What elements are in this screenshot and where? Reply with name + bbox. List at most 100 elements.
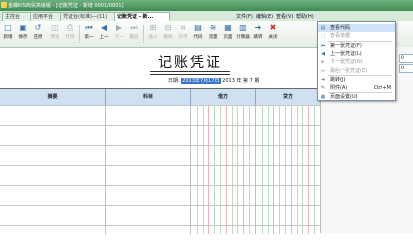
context-menu-item[interactable]: ⏭ 最后一张凭证(E) bbox=[318, 67, 395, 75]
context-menu-item[interactable]: ▦ 页面设置(U) bbox=[318, 93, 395, 101]
context-menu-item[interactable]: ⏮ 第一张凭证(F) bbox=[318, 42, 395, 50]
column-divider bbox=[255, 105, 256, 234]
menu-help[interactable]: 帮助(H) bbox=[296, 13, 314, 20]
column-divider bbox=[290, 105, 292, 234]
context-menu-item[interactable]: ➜ 跳转(J) bbox=[318, 76, 395, 84]
column-divider bbox=[231, 105, 233, 234]
column-divider bbox=[202, 105, 204, 234]
jump-icon: ➜ bbox=[254, 23, 262, 32]
code-button[interactable]: ▤ 代码 bbox=[191, 23, 205, 45]
tab-bar: 主控台 应用平台 凭证台(标准)—(11) 记账凭证 - 新... bbox=[0, 11, 225, 22]
calculator-button[interactable]: ▥ 计算器 bbox=[236, 23, 250, 45]
delete-button[interactable]: ⊟ 删除 bbox=[161, 23, 175, 45]
restore-button[interactable]: ↺ 还原 bbox=[31, 23, 45, 45]
context-menu-item-label: 第一张凭证(F) bbox=[330, 42, 362, 49]
column-divider bbox=[279, 105, 281, 234]
doc-icon: ▢ bbox=[320, 33, 326, 40]
column-divider bbox=[214, 105, 216, 234]
cashflow-icon: ≋ bbox=[209, 23, 217, 32]
context-menu-item[interactable]: ✎ 附件(A) Ctrl+M bbox=[318, 84, 395, 92]
menu-edit[interactable]: 编辑(E) bbox=[256, 13, 273, 20]
title-underline bbox=[150, 71, 230, 75]
column-divider bbox=[308, 105, 310, 234]
close-icon: ✖ bbox=[269, 23, 277, 32]
table-row[interactable] bbox=[0, 185, 320, 186]
insert-button[interactable]: ⊞ 插入 bbox=[146, 23, 160, 45]
table-row[interactable] bbox=[0, 125, 320, 126]
table-row[interactable] bbox=[0, 165, 320, 166]
save-button[interactable]: ▣ 保存 bbox=[16, 23, 30, 45]
page-button[interactable]: ▦ 页面 bbox=[221, 23, 235, 45]
menu-file[interactable]: 文件(F) bbox=[236, 13, 253, 20]
save-icon: ▣ bbox=[19, 23, 27, 32]
side-field[interactable]: 0 bbox=[399, 64, 413, 73]
voucher-entry-table: 摘要 科目 借方 贷方 bbox=[0, 88, 321, 234]
preview-button[interactable]: ◫ 预览 bbox=[48, 23, 62, 45]
title-bar: 金蝶KIS商贸高级版 - [记账凭证 - 新增 0001/0001] bbox=[0, 0, 413, 11]
column-divider bbox=[296, 105, 298, 234]
column-header-credit: 贷方 bbox=[256, 89, 321, 105]
close-button[interactable]: ✖ 关闭 bbox=[266, 23, 280, 45]
context-menu-item[interactable]: ▶ 下一张凭证(N) bbox=[318, 58, 395, 66]
period-text: 2013 年 第 7 期 bbox=[222, 78, 260, 84]
print-button[interactable]: ⎙ 打印 bbox=[63, 23, 77, 45]
preview-icon: ◫ bbox=[51, 23, 59, 32]
new-button[interactable]: □ 新增 bbox=[1, 23, 15, 45]
currency-button[interactable]: ¤ 外币 bbox=[176, 23, 190, 45]
toolbar-separator bbox=[143, 25, 144, 43]
column-divider bbox=[314, 105, 315, 234]
table-row[interactable] bbox=[0, 105, 320, 106]
page-icon: ▦ bbox=[224, 23, 232, 32]
column-header-account: 科目 bbox=[106, 89, 191, 105]
context-menu: ▤ 查看代码 ▢ 查看单据 ⏮ 第一张凭证(F) ◀ 上一张凭证(L) ▶ 下一张凭证(N) ⏭ 最后… bbox=[317, 21, 396, 101]
table-row[interactable] bbox=[0, 205, 320, 206]
jump-icon: ➜ bbox=[320, 76, 326, 83]
prev-button[interactable]: ◀ 上一 bbox=[97, 23, 111, 45]
context-menu-item-label: 下一张凭证(N) bbox=[330, 59, 363, 66]
code-icon: ▤ bbox=[194, 23, 202, 32]
next-icon: ▶ bbox=[321, 59, 325, 66]
column-divider bbox=[105, 105, 106, 234]
side-field[interactable]: 0 bbox=[399, 54, 413, 63]
menu-view[interactable]: 查看(V) bbox=[276, 13, 293, 20]
code-icon: ▤ bbox=[320, 25, 326, 31]
context-menu-item-label: 查看代码 bbox=[330, 25, 351, 31]
next-icon: ▶ bbox=[115, 23, 123, 32]
column-divider bbox=[208, 105, 210, 234]
cashflow-button[interactable]: ≋ 流量 bbox=[206, 23, 220, 45]
column-divider bbox=[273, 105, 275, 234]
context-menu-item[interactable]: ▤ 查看代码 bbox=[318, 24, 395, 32]
delete-icon: ⊟ bbox=[164, 23, 172, 32]
first-icon: ⏮ bbox=[320, 42, 326, 49]
next-button[interactable]: ▶ 下一 bbox=[112, 23, 126, 45]
column-divider bbox=[190, 105, 191, 234]
context-menu-item-label: 查看单据 bbox=[330, 33, 351, 40]
context-menu-item-label: 页面设置(U) bbox=[330, 94, 358, 101]
app-logo-icon bbox=[1, 2, 7, 8]
context-menu-item-label: 跳转(J) bbox=[330, 76, 346, 83]
prev-icon: ◀ bbox=[321, 50, 325, 57]
print-icon: ⎙ bbox=[66, 23, 74, 32]
window-title: 金蝶KIS商贸高级版 - [记账凭证 - 新增 0001/0001] bbox=[8, 3, 124, 9]
context-menu-item-label: 附件(A) bbox=[330, 85, 348, 92]
new-icon: □ bbox=[4, 23, 12, 32]
column-divider bbox=[237, 105, 239, 234]
date-row: 日期: 2013年7月17日 2013 年 第 7 期 bbox=[168, 77, 318, 85]
table-row[interactable] bbox=[0, 145, 320, 146]
jump-button[interactable]: ➜ 跳转 bbox=[251, 23, 265, 45]
insert-icon: ⊞ bbox=[149, 23, 157, 32]
table-row[interactable] bbox=[0, 225, 320, 226]
first-button[interactable]: ⏮ 第一 bbox=[82, 23, 96, 45]
context-menu-item[interactable]: ▢ 查看单据 bbox=[318, 32, 395, 40]
last-button[interactable]: ⏭ 最后 bbox=[127, 23, 141, 45]
prev-icon: ◀ bbox=[100, 23, 108, 32]
voucher-title: 记账凭证 bbox=[158, 55, 222, 71]
column-divider bbox=[249, 105, 250, 234]
last-icon: ⏭ bbox=[130, 23, 138, 32]
column-divider bbox=[261, 105, 263, 234]
column-header-debit: 借方 bbox=[191, 89, 256, 105]
context-menu-item-label: 上一张凭证(L) bbox=[330, 50, 362, 57]
context-menu-item[interactable]: ◀ 上一张凭证(L) bbox=[318, 50, 395, 58]
column-divider bbox=[243, 105, 245, 234]
date-input[interactable]: 2013年7月17日 bbox=[181, 78, 221, 84]
